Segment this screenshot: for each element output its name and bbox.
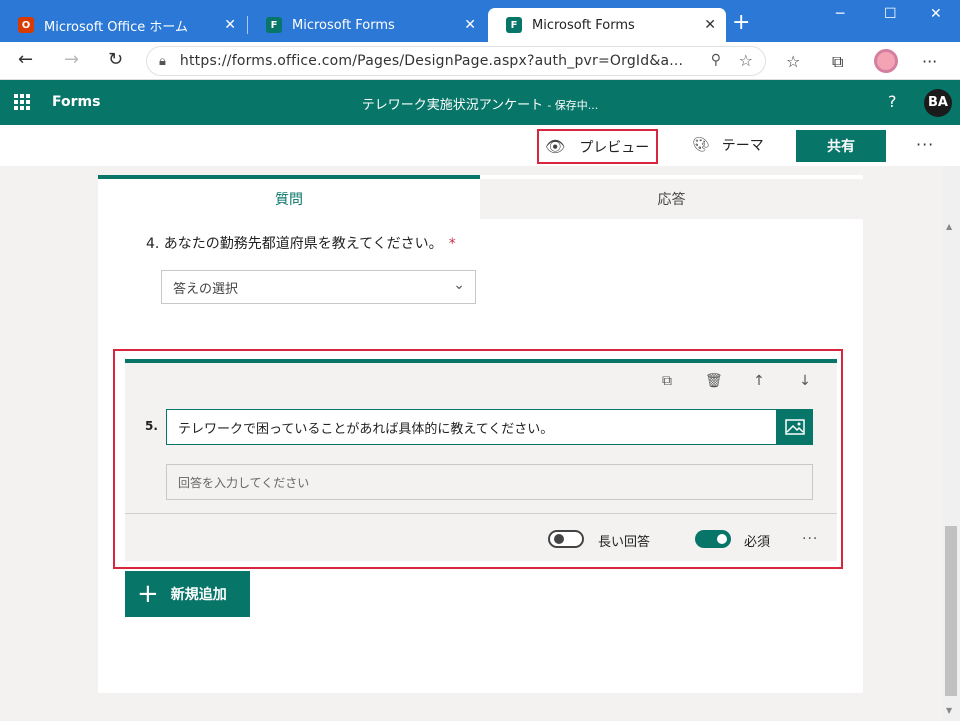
browser-tab-forms[interactable]: F Microsoft Forms ✕ [248,8,486,42]
settings-more-icon[interactable]: ··· [922,52,937,71]
delete-icon[interactable]: 🗑︎ [705,373,723,389]
scroll-down-icon[interactable]: ▼ [946,706,952,715]
favorite-star-icon[interactable]: ☆ [739,51,753,70]
add-new-label: 新規追加 [170,587,227,603]
forward-arrow-icon[interactable]: → [64,49,79,70]
form-editor-card: 質問 応答 4. あなたの勤務先都道府県を教えてください。 * 答えの選択 ⌄ ⧉… [98,175,863,693]
lock-icon: 🔒︎ [159,53,166,69]
preview-label: プレビュー [579,139,650,156]
minimize-icon[interactable]: ─ [836,6,844,22]
forms-app-header: Forms テレワーク実施状況アンケート - 保存中... ? BA [0,80,960,125]
url-field[interactable]: 🔒︎ https://forms.office.com/Pages/Design… [146,46,766,76]
tab-label: Microsoft Forms [532,17,635,33]
divider [125,513,837,514]
tab-responses[interactable]: 応答 [480,179,863,219]
copy-icon[interactable]: ⧉ [659,373,675,389]
required-mark: * [448,236,456,252]
required-toggle[interactable] [695,530,731,548]
new-tab-icon[interactable]: + [732,12,750,34]
eye-icon: 👁︎ [545,137,566,156]
command-bar: 👁︎ プレビュー 🎨︎ テーマ 共有 ··· [0,125,960,166]
theme-button[interactable]: 🎨︎ テーマ [692,135,764,155]
move-up-icon[interactable]: ↑ [751,373,767,389]
browser-tab-forms-active[interactable]: F Microsoft Forms ✕ [488,8,726,42]
more-options-icon[interactable]: ··· [916,135,934,154]
url-text: https://forms.office.com/Pages/DesignPag… [179,53,684,69]
question-5-text-input[interactable]: テレワークで困っていることがあれば具体的に教えてください。 [166,409,777,445]
avatar[interactable]: BA [924,89,952,117]
preview-button[interactable]: 👁︎ プレビュー [537,129,658,164]
close-icon[interactable]: ✕ [224,17,236,33]
theme-label: テーマ [721,138,764,154]
question-4-text: 4. あなたの勤務先都道府県を教えてください。 [146,236,443,252]
back-arrow-icon[interactable]: ← [18,49,33,70]
palette-icon: 🎨︎ [692,137,710,153]
dropdown-placeholder: 答えの選択 [173,281,239,297]
forms-icon: F [266,17,282,33]
required-label: 必須 [744,535,771,550]
scroll-up-icon[interactable]: ▲ [946,222,952,231]
close-icon[interactable]: ✕ [464,17,476,33]
question-number: 5. [145,419,158,433]
question-toolbar: ⧉ 🗑︎ ↑ ↓ [629,373,813,389]
scrollbar-thumb[interactable] [945,526,957,696]
long-answer-label: 長い回答 [598,535,651,550]
browser-tab-office[interactable]: O Microsoft Office ホーム ✕ [0,8,246,42]
window-close-icon[interactable]: ✕ [930,6,942,22]
tab-label: Microsoft Office ホーム [44,19,188,35]
question-5-highlight: ⧉ 🗑︎ ↑ ↓ 5. テレワークで困っていることがあれば具体的に教えてください… [113,349,843,569]
office-icon: O [18,17,34,33]
tab-label: Microsoft Forms [292,17,395,33]
long-answer-toggle[interactable] [548,530,584,548]
address-bar: ← → ↻ 🔒︎ https://forms.office.com/Pages/… [0,42,960,80]
add-new-button[interactable]: + 新規追加 [125,571,250,617]
tab-questions[interactable]: 質問 [98,175,480,219]
move-down-icon[interactable]: ↓ [797,373,813,389]
collections-icon[interactable]: ⧉ [832,52,843,72]
question-4-title[interactable]: 4. あなたの勤務先都道府県を教えてください。 * [146,233,456,253]
question-more-icon[interactable]: ··· [802,531,818,547]
browser-tab-bar: O Microsoft Office ホーム ✕ F Microsoft For… [0,0,960,42]
help-icon[interactable]: ? [888,92,897,111]
profile-icon[interactable] [874,49,898,73]
favorites-list-icon[interactable]: ☆ [786,52,800,71]
question-5-card[interactable]: ⧉ 🗑︎ ↑ ↓ 5. テレワークで困っていることがあれば具体的に教えてください… [125,359,837,561]
maximize-icon[interactable]: ☐ [884,6,897,22]
close-icon[interactable]: ✕ [704,17,716,33]
share-button[interactable]: 共有 [796,130,886,162]
plus-icon: + [137,579,159,609]
question-4-dropdown[interactable]: 答えの選択 ⌄ [161,270,476,304]
insert-image-button[interactable] [776,409,813,445]
image-icon [784,419,805,435]
zoom-icon[interactable]: ⚲ [711,52,721,68]
chevron-down-icon: ⌄ [453,277,465,293]
save-status: - 保存中... [547,99,599,112]
page-scrollbar[interactable]: ▲ ▼ [942,166,960,721]
form-title: テレワーク実施状況アンケート - 保存中... [0,94,960,113]
editor-tabs: 質問 応答 [98,175,863,219]
form-title-text: テレワーク実施状況アンケート [361,98,544,113]
forms-icon: F [506,17,522,33]
refresh-icon[interactable]: ↻ [108,49,123,70]
answer-input[interactable]: 回答を入力してください [166,464,813,500]
